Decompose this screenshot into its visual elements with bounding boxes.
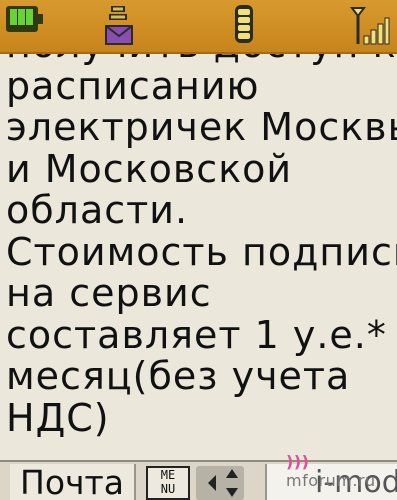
text-line: НДС): [6, 395, 110, 440]
text-line: на сервис: [6, 271, 212, 315]
text-line: расписанию: [6, 63, 260, 108]
watermark-logo-icon: ))): [286, 452, 310, 471]
text-line: Стоимость подписки: [6, 229, 397, 274]
text-line: и Московской: [6, 146, 293, 191]
mail-softkey[interactable]: Почта: [10, 464, 136, 500]
message-indicator-icon: [235, 5, 253, 43]
menu-key-label-bottom: NU: [160, 482, 176, 496]
menu-key-label-top: ME: [160, 468, 176, 482]
watermark-text: mforum.ru: [286, 471, 376, 490]
message-content[interactable]: получить доступ к расписанию электричек …: [0, 54, 397, 460]
site-watermark: ))) mforum.ru: [286, 452, 397, 490]
signal-strength-icon: [350, 7, 390, 45]
text-line: электричек Москвы: [6, 105, 397, 149]
mailbox-icon: [105, 6, 133, 45]
status-bar: [0, 0, 397, 54]
phone-screen: получить доступ к расписанию электричек …: [0, 0, 397, 500]
text-line: составляет 1 у.е.* в: [6, 312, 397, 357]
navigation-arrows-icon[interactable]: [196, 466, 244, 500]
menu-key[interactable]: ME NU: [146, 466, 190, 500]
text-line: области.: [6, 188, 189, 232]
service-description-text: получить доступ к расписанию электричек …: [6, 54, 397, 440]
text-line: месяц(без учета: [6, 354, 351, 398]
battery-full-icon: [6, 6, 44, 32]
